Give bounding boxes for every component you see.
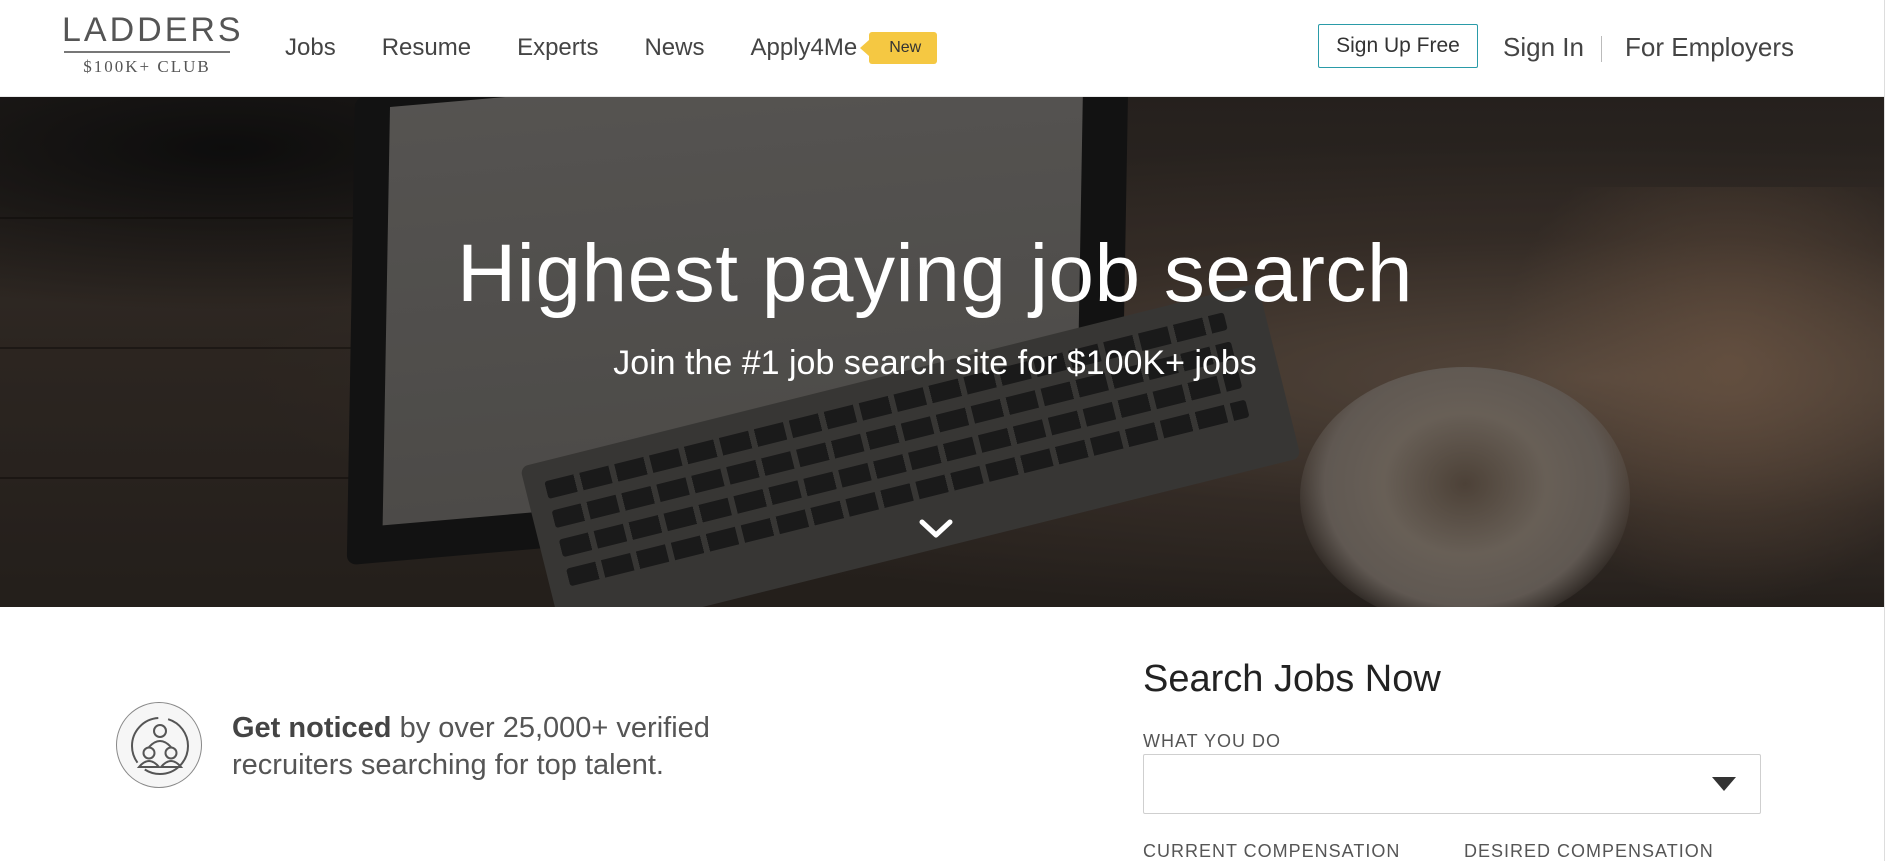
nav-apply4me[interactable]: Apply4Me: [750, 34, 857, 62]
sign-up-free-button[interactable]: Sign Up Free: [1318, 24, 1478, 68]
logo-tagline: $100K+ CLUB: [83, 57, 211, 76]
current-compensation-label: CURRENT COMPENSATION: [1143, 841, 1401, 861]
recruiters-icon: [116, 702, 202, 788]
new-badge: New: [860, 32, 938, 64]
logo-rule: [64, 51, 230, 53]
header-divider: [1601, 36, 1602, 62]
for-employers-link[interactable]: For Employers: [1625, 32, 1794, 63]
sign-in-link[interactable]: Sign In: [1503, 32, 1584, 63]
people-group-icon: [131, 717, 189, 775]
site-header: LADDERS $100K+ CLUB Jobs Resume Experts …: [0, 0, 1885, 97]
desired-compensation-label: DESIRED COMPENSATION: [1464, 841, 1714, 861]
ladders-logo[interactable]: LADDERS $100K+ CLUB: [62, 11, 244, 82]
nav-experts[interactable]: Experts: [517, 34, 598, 62]
notice-text: Get noticed by over 25,000+ verified rec…: [232, 710, 792, 784]
nav-jobs[interactable]: Jobs: [285, 34, 336, 62]
chevron-down-icon[interactable]: [918, 517, 954, 541]
what-you-do-select[interactable]: [1143, 754, 1761, 814]
nav-news[interactable]: News: [644, 34, 704, 62]
search-jobs-title: Search Jobs Now: [1143, 658, 1441, 700]
notice-bold: Get noticed: [232, 712, 392, 744]
hero-subtitle: Join the #1 job search site for $100K+ j…: [613, 344, 1257, 382]
dropdown-arrow-icon: [1712, 777, 1736, 791]
what-you-do-label: WHAT YOU DO: [1143, 731, 1282, 751]
nav-resume[interactable]: Resume: [382, 34, 471, 62]
logo-wordmark: LADDERS: [62, 11, 244, 49]
hero-title: Highest paying job search: [456, 228, 1414, 319]
main-nav: Jobs Resume Experts News Apply4Me New: [285, 30, 938, 66]
hero-banner: Highest paying job search Join the #1 jo…: [0, 97, 1885, 607]
